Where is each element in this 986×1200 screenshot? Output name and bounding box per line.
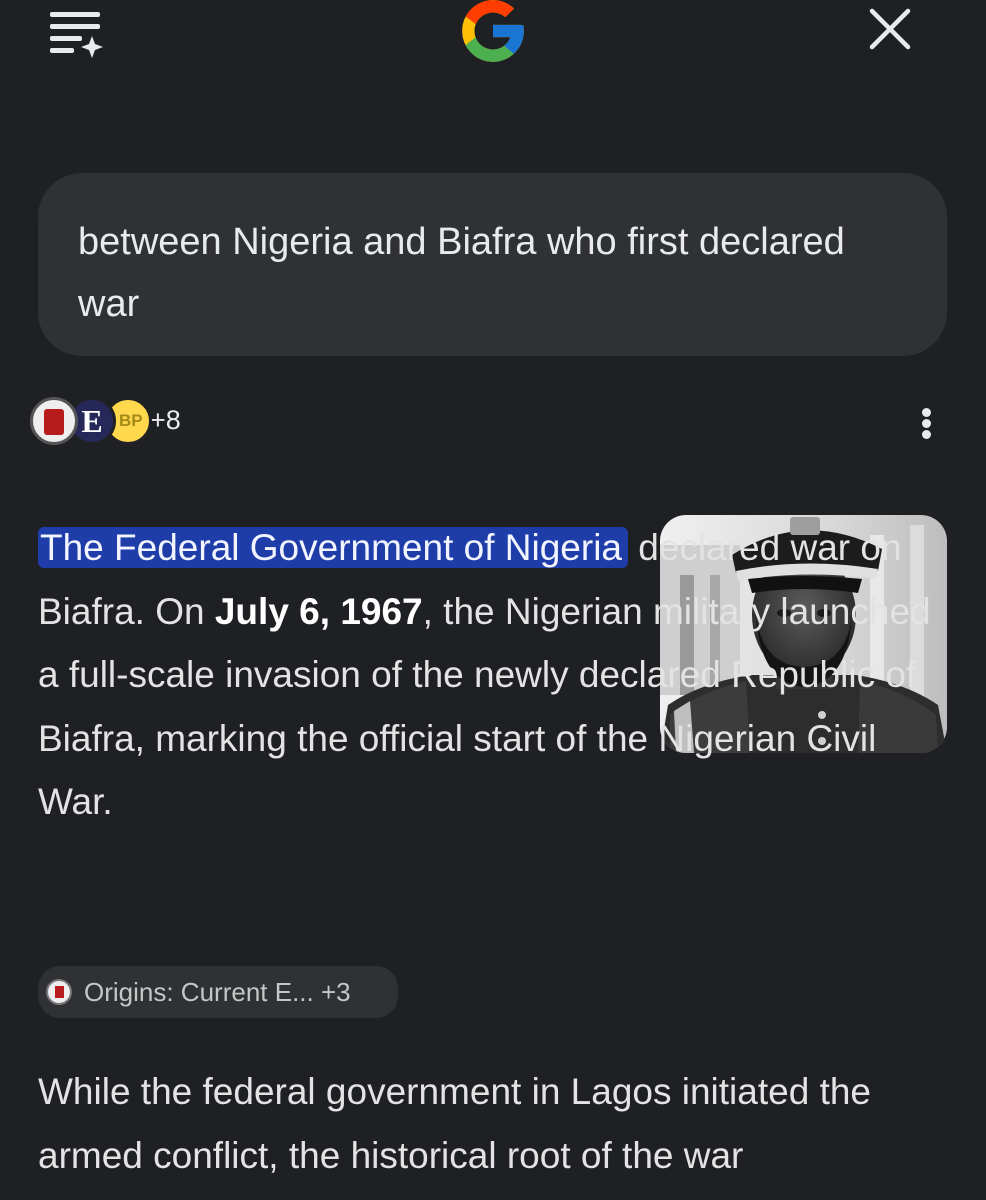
citation-chip-label: Origins: Current E... +3 bbox=[84, 977, 351, 1007]
answer-date: July 6, 1967 bbox=[214, 590, 423, 632]
sources-more-count: +8 bbox=[150, 405, 181, 435]
google-g-logo-icon[interactable] bbox=[456, 0, 530, 68]
ai-answer-screen: between Nigeria and Biafra who first dec… bbox=[0, 0, 986, 1200]
more-vert-icon[interactable] bbox=[906, 398, 946, 448]
highlighted-answer[interactable]: The Federal Government of Nigeria bbox=[38, 527, 628, 568]
close-icon[interactable] bbox=[866, 8, 914, 50]
origins-favicon-icon bbox=[30, 397, 78, 445]
citation-chip[interactable]: Origins: Current E... +3 bbox=[38, 966, 398, 1018]
answer-paragraph-2: While the federal government in Lagos in… bbox=[38, 1071, 872, 1176]
user-query-bubble: between Nigeria and Biafra who first dec… bbox=[38, 173, 947, 356]
answer-paragraph: The Federal Government of Nigeria declar… bbox=[38, 516, 958, 834]
menu-sparkle-icon[interactable] bbox=[44, 6, 108, 58]
origins-favicon-icon bbox=[46, 979, 72, 1005]
sources-stack[interactable]: E BP +8 bbox=[30, 397, 290, 449]
